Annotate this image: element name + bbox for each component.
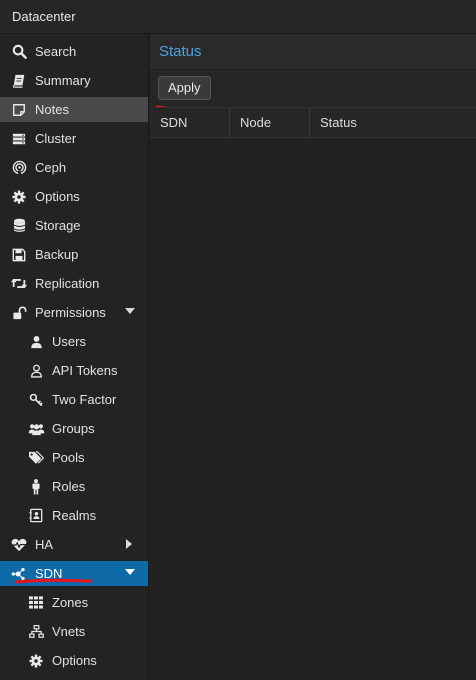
sidebar-item-pools[interactable]: Pools [0,445,148,470]
sidebar-item-storage[interactable]: Storage [0,213,148,238]
sidebar-item-users[interactable]: Users [0,329,148,354]
column-header-sdn[interactable]: SDN [150,108,230,138]
th-icon [27,595,45,611]
sidebar-item-two-factor[interactable]: Two Factor [0,387,148,412]
toolbar: Apply [150,70,476,107]
chevron-down-icon[interactable] [125,569,135,575]
datacenter-title: Datacenter [12,9,76,24]
sidebar-item-backup[interactable]: Backup [0,242,148,267]
book-icon [10,73,28,89]
ceph-icon [10,160,28,176]
sidebar-item-groups[interactable]: Groups [0,416,148,441]
chevron-down-icon[interactable] [125,308,135,314]
sidebar-item-options[interactable]: Options [0,184,148,209]
sidebar-item-notes[interactable]: Notes [0,97,148,122]
users-icon [27,421,45,437]
sidebar-item-search[interactable]: Search [0,39,148,64]
sidebar-item-sdn-options[interactable]: Options [0,648,148,673]
sidebar-item-realms[interactable]: Realms [0,503,148,528]
grid-header: SDN Node Status [150,107,476,138]
sidebar-item-api-tokens[interactable]: API Tokens [0,358,148,383]
sidebar-item-summary[interactable]: Summary [0,68,148,93]
sidebar-item-replication[interactable]: Replication [0,271,148,296]
user-outline-icon [27,363,45,379]
search-icon [10,44,28,60]
sidebar-item-ceph[interactable]: Ceph [0,155,148,180]
column-header-status[interactable]: Status [310,108,476,138]
gear-icon [10,189,28,205]
sidebar-item-cluster[interactable]: Cluster [0,126,148,151]
floppy-icon [10,247,28,263]
heartbeat-icon [10,537,28,553]
address-book-icon [27,508,45,524]
sidebar-item-ha[interactable]: HA [0,532,148,557]
sidebar-item-roles[interactable]: Roles [0,474,148,499]
panel-header: Status [150,34,476,70]
sidebar-item-permissions[interactable]: Permissions [0,300,148,325]
top-header: Datacenter [0,0,476,34]
sitemap-icon [27,624,45,640]
sidebar: Search Summary Notes Cluster Ceph Option… [0,34,149,680]
notes-icon [10,102,28,118]
gear-icon [27,653,45,669]
male-icon [27,478,45,495]
user-icon [27,334,45,350]
grid-body [150,138,476,680]
sidebar-item-vnets[interactable]: Vnets [0,619,148,644]
apply-button[interactable]: Apply [158,76,211,100]
database-icon [10,218,28,234]
tags-icon [27,450,45,466]
sidebar-item-zones[interactable]: Zones [0,590,148,615]
sidebar-item-sdn[interactable]: SDN [0,561,148,586]
unlock-icon [10,305,28,321]
server-icon [10,131,28,147]
page-title: Status [159,43,202,60]
chevron-right-icon[interactable] [126,539,132,549]
sdn-icon [10,566,28,582]
retweet-icon [10,276,28,292]
key-icon [27,392,45,408]
column-header-node[interactable]: Node [230,108,310,138]
main-panel: Status Apply SDN Node Status [150,34,476,680]
